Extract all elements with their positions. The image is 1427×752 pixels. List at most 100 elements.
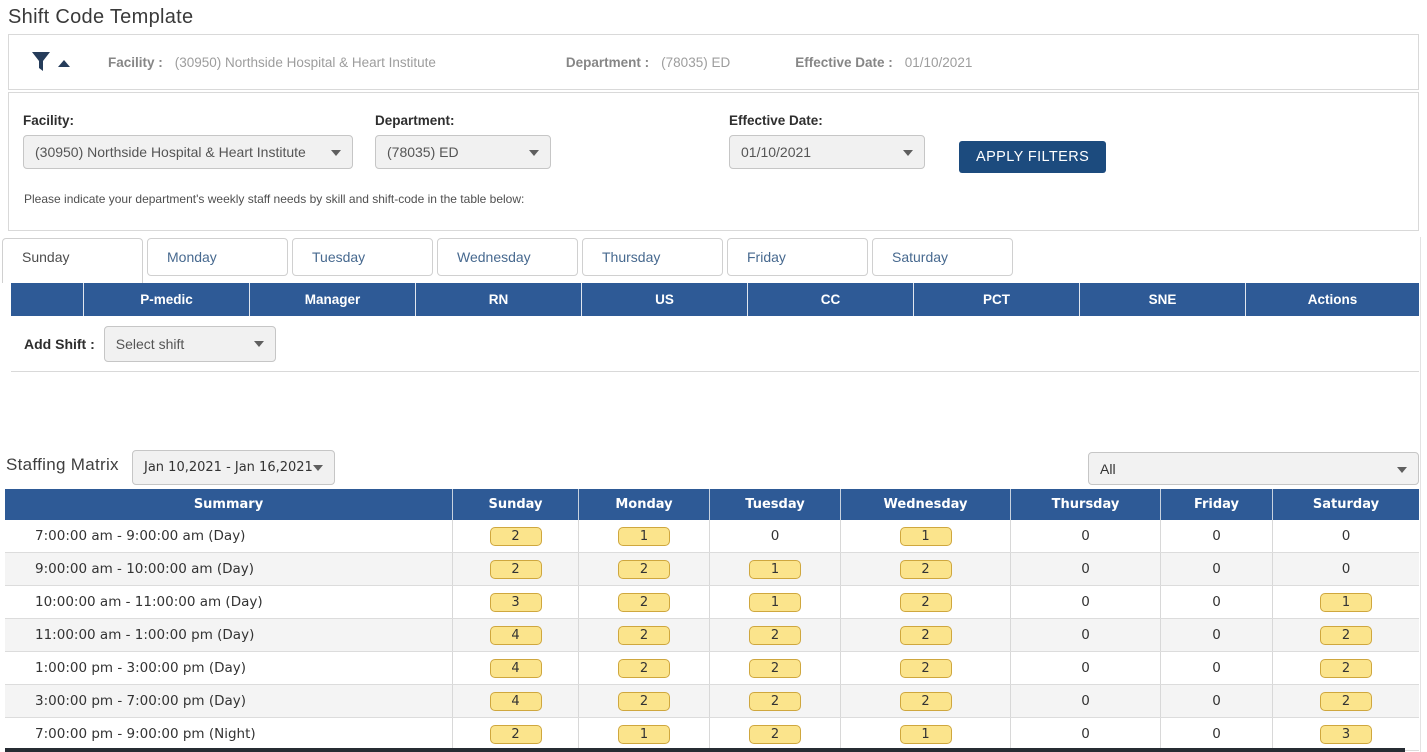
staff-count-badge[interactable]: 2 (900, 593, 952, 612)
staff-count-badge[interactable]: 2 (490, 527, 542, 546)
department-select[interactable]: (78035) ED (375, 135, 551, 169)
tab-tuesday[interactable]: Tuesday (292, 238, 433, 276)
department-label: Department: (375, 113, 551, 128)
staff-count-badge[interactable]: 2 (1320, 692, 1372, 711)
staff-count-zero: 0 (1212, 627, 1221, 643)
staff-count-badge[interactable]: 1 (618, 527, 670, 546)
staff-count-badge[interactable]: 2 (900, 626, 952, 645)
staff-count-badge[interactable]: 1 (1320, 593, 1372, 612)
staff-count-badge[interactable]: 2 (900, 659, 952, 678)
shift-col-p-medic: P-medic (83, 283, 249, 316)
matrix-cell-monday: 2 (578, 652, 709, 684)
effective-date-select-value: 01/10/2021 (741, 144, 811, 160)
staff-count-zero: 0 (1081, 693, 1090, 709)
matrix-cell-saturday: 2 (1272, 619, 1419, 651)
apply-filters-button[interactable]: APPLY FILTERS (959, 141, 1106, 173)
facility-label: Facility: (23, 113, 353, 128)
staff-count-zero: 0 (1342, 528, 1351, 544)
staff-count-badge[interactable]: 2 (749, 659, 801, 678)
matrix-cell-sunday: 4 (452, 619, 578, 651)
tab-thursday[interactable]: Thursday (582, 238, 723, 276)
staff-count-badge[interactable]: 1 (900, 725, 952, 744)
facility-select[interactable]: (30950) Northside Hospital & Heart Insti… (23, 135, 353, 169)
matrix-cell-friday: 0 (1160, 520, 1272, 552)
matrix-row-summary: 7:00:00 pm - 9:00:00 pm (Night) (5, 718, 452, 750)
staff-count-badge[interactable]: 2 (618, 692, 670, 711)
staff-count-badge[interactable]: 1 (749, 593, 801, 612)
matrix-cell-tuesday: 2 (709, 652, 840, 684)
staff-count-badge[interactable]: 1 (618, 725, 670, 744)
caret-down-icon (331, 150, 341, 156)
tab-saturday[interactable]: Saturday (872, 238, 1013, 276)
filter-summary-bar: Facility : (30950) Northside Hospital & … (8, 34, 1419, 90)
tab-monday[interactable]: Monday (147, 238, 288, 276)
tab-sunday[interactable]: Sunday (2, 238, 143, 283)
staff-count-zero: 0 (1212, 726, 1221, 742)
matrix-cell-sunday: 2 (452, 520, 578, 552)
matrix-cell-wednesday: 1 (840, 718, 1010, 750)
staff-count-badge[interactable]: 2 (618, 626, 670, 645)
shift-col-blank (11, 283, 83, 316)
caret-down-icon (313, 465, 323, 471)
staff-count-badge[interactable]: 2 (900, 560, 952, 579)
matrix-cell-saturday: 2 (1272, 685, 1419, 717)
summary-department-label: Department : (566, 55, 649, 70)
staff-count-badge[interactable]: 2 (900, 692, 952, 711)
staff-count-badge[interactable]: 2 (618, 593, 670, 612)
add-shift-select[interactable]: Select shift (104, 326, 276, 362)
matrix-filter-select[interactable]: All (1088, 452, 1419, 485)
matrix-cell-wednesday: 2 (840, 619, 1010, 651)
matrix-col-thursday: Thursday (1010, 489, 1160, 520)
matrix-cell-wednesday: 1 (840, 520, 1010, 552)
matrix-cell-thursday: 0 (1010, 652, 1160, 684)
page-title: Shift Code Template (8, 6, 193, 29)
matrix-cell-monday: 1 (578, 520, 709, 552)
staff-count-badge[interactable]: 2 (490, 560, 542, 579)
staff-count-badge[interactable]: 4 (490, 659, 542, 678)
shift-col-pct: PCT (913, 283, 1079, 316)
tab-friday[interactable]: Friday (727, 238, 868, 276)
matrix-cell-friday: 0 (1160, 652, 1272, 684)
week-range-select[interactable]: Jan 10,2021 - Jan 16,2021 (132, 450, 335, 485)
staff-count-zero: 0 (1212, 693, 1221, 709)
add-shift-row: Add Shift : Select shift (11, 316, 1419, 372)
caret-down-icon (529, 150, 539, 156)
staff-count-badge[interactable]: 1 (749, 560, 801, 579)
staff-count-badge[interactable]: 4 (490, 692, 542, 711)
staff-count-badge[interactable]: 2 (749, 725, 801, 744)
staff-count-badge[interactable]: 4 (490, 626, 542, 645)
staff-count-badge[interactable]: 3 (490, 593, 542, 612)
facility-field: Facility: (30950) Northside Hospital & H… (23, 113, 353, 169)
effective-date-select[interactable]: 01/10/2021 (729, 135, 925, 169)
staff-count-badge[interactable]: 2 (749, 626, 801, 645)
staffing-matrix-body: 7:00:00 am - 9:00:00 am (Day)21010009:00… (5, 520, 1419, 751)
matrix-cell-saturday: 2 (1272, 652, 1419, 684)
staff-count-badge[interactable]: 3 (1320, 725, 1372, 744)
facility-select-value: (30950) Northside Hospital & Heart Insti… (35, 144, 306, 160)
staff-count-badge[interactable]: 2 (1320, 659, 1372, 678)
matrix-col-summary: Summary (5, 489, 452, 520)
matrix-cell-tuesday: 1 (709, 553, 840, 585)
shift-col-us: US (581, 283, 747, 316)
staff-count-badge[interactable]: 2 (618, 560, 670, 579)
matrix-cell-tuesday: 2 (709, 619, 840, 651)
matrix-cell-thursday: 0 (1010, 520, 1160, 552)
matrix-cell-saturday: 3 (1272, 718, 1419, 750)
staff-count-badge[interactable]: 2 (618, 659, 670, 678)
staff-count-badge[interactable]: 2 (490, 725, 542, 744)
staff-count-badge[interactable]: 1 (900, 527, 952, 546)
staff-count-zero: 0 (1212, 561, 1221, 577)
matrix-row: 7:00:00 pm - 9:00:00 pm (Night)2121003 (5, 718, 1419, 751)
staff-count-badge[interactable]: 2 (1320, 626, 1372, 645)
matrix-cell-sunday: 2 (452, 553, 578, 585)
matrix-cell-saturday: 0 (1272, 520, 1419, 552)
matrix-cell-wednesday: 2 (840, 685, 1010, 717)
matrix-cell-saturday: 0 (1272, 553, 1419, 585)
day-tabs: SundayMondayTuesdayWednesdayThursdayFrid… (2, 238, 1017, 283)
filter-collapse-toggle[interactable] (31, 51, 70, 73)
staffing-matrix-title: Staffing Matrix (6, 455, 119, 475)
matrix-cell-tuesday: 0 (709, 520, 840, 552)
staff-count-badge[interactable]: 2 (749, 692, 801, 711)
tab-wednesday[interactable]: Wednesday (437, 238, 578, 276)
matrix-cell-thursday: 0 (1010, 685, 1160, 717)
